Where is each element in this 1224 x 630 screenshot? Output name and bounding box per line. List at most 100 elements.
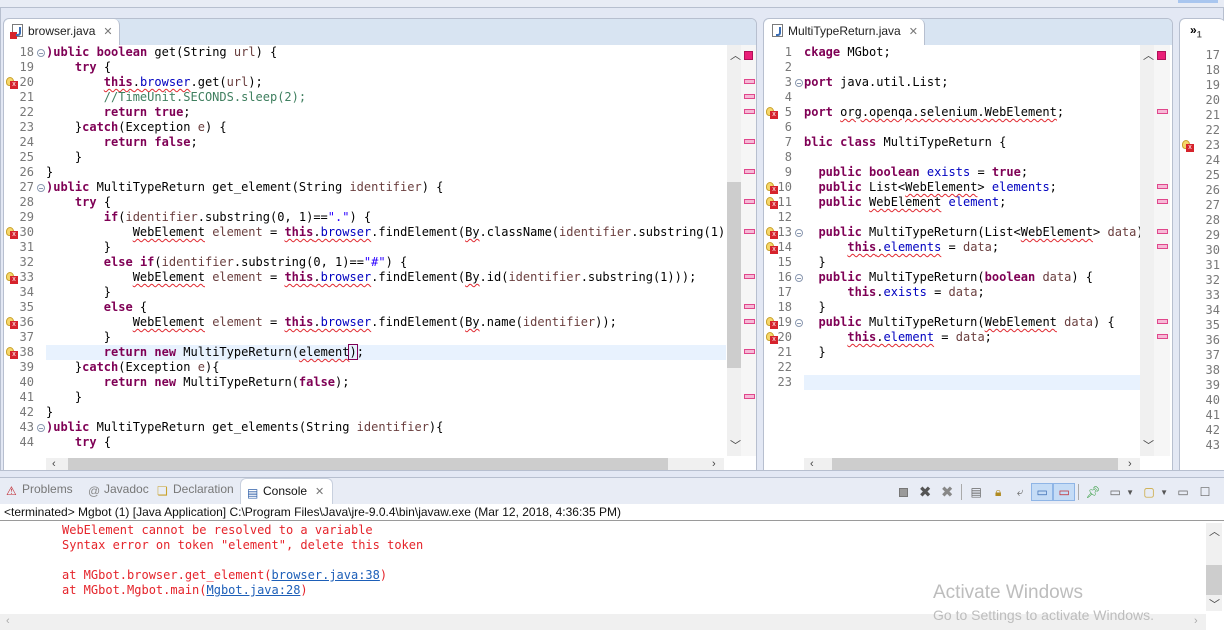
code-line[interactable]: WebElement element = this.browser.findEl… [46, 315, 726, 330]
error-quickfix-icon[interactable]: x [766, 242, 778, 254]
vertical-scrollbar[interactable]: ︿ ﹀ [1140, 45, 1154, 456]
console-vertical-scrollbar[interactable]: ︿ ﹀ [1206, 523, 1222, 611]
close-tab-icon[interactable]: ✕ [315, 486, 324, 498]
overview-error-marker[interactable] [744, 349, 755, 354]
display-console-button[interactable]: ▭ [1104, 483, 1126, 501]
error-quickfix-icon[interactable]: x [1182, 140, 1194, 152]
code-line[interactable]: WebElement element = this.browser.findEl… [46, 270, 726, 285]
maximize-view-button[interactable]: ☐ [1194, 483, 1216, 501]
overview-error-marker[interactable] [1157, 334, 1168, 339]
code-line[interactable] [804, 360, 1140, 375]
show-on-stdout-button[interactable]: ▭ [1031, 483, 1054, 501]
scrollbar-thumb[interactable] [832, 458, 1118, 470]
scrollbar-thumb[interactable] [1206, 565, 1222, 595]
code-line[interactable]: } [46, 405, 726, 420]
console-output[interactable]: WebElement cannot be resolved to a varia… [0, 523, 423, 598]
code-line[interactable]: } [46, 390, 726, 405]
overview-error-marker[interactable] [1157, 199, 1168, 204]
error-quickfix-icon[interactable]: x [6, 317, 18, 329]
overview-error-marker[interactable] [744, 274, 755, 279]
fold-toggle-icon[interactable] [795, 319, 803, 327]
show-on-stderr-button[interactable]: ▭ [1053, 483, 1076, 501]
minimize-view-button[interactable]: ▭ [1172, 483, 1194, 501]
tab-browser-java[interactable]: browser.java ✕ [4, 19, 120, 45]
code-line[interactable]: return new MultiTypeReturn(element); [46, 344, 726, 360]
code-line[interactable] [804, 150, 1140, 165]
code-line[interactable]: ckage MGbot; [804, 45, 1140, 60]
tab-console[interactable]: ▤ Console ✕ [240, 478, 334, 504]
scroll-left-icon[interactable]: ‹ [52, 458, 56, 470]
code-line[interactable]: public MultiTypeReturn(List<WebElement> … [804, 225, 1140, 240]
code-line[interactable]: this.exists = data; [804, 285, 1140, 300]
code-line[interactable]: } [804, 345, 1140, 360]
error-quickfix-icon[interactable]: x [766, 332, 778, 344]
code-line[interactable]: this.elements = data; [804, 240, 1140, 255]
scroll-right-icon[interactable]: › [712, 458, 716, 470]
terminate-button[interactable] [892, 483, 914, 501]
error-quickfix-icon[interactable]: x [6, 227, 18, 239]
error-quickfix-icon[interactable]: x [766, 107, 778, 119]
overview-error-marker[interactable] [744, 79, 755, 84]
fold-toggle-icon[interactable] [37, 424, 45, 432]
code-line[interactable] [804, 60, 1140, 75]
word-wrap-button[interactable]: ⤶ [1009, 483, 1031, 501]
fold-toggle-icon[interactable] [37, 184, 45, 192]
close-tab-icon[interactable]: ✕ [909, 26, 918, 38]
overview-error-marker[interactable] [744, 229, 755, 234]
scroll-down-icon[interactable]: ﹀ [1143, 437, 1154, 453]
scroll-lock-button[interactable]: 🔒︎ [987, 483, 1009, 501]
clear-console-button[interactable]: ▤ [965, 483, 987, 501]
scroll-up-icon[interactable]: ︿ [730, 47, 741, 63]
vertical-scrollbar[interactable]: ︿ ﹀ [727, 45, 741, 456]
overview-error-marker[interactable] [744, 169, 755, 174]
code-line[interactable]: else { [46, 300, 726, 315]
code-line[interactable] [804, 210, 1140, 225]
code-line[interactable]: } [46, 240, 726, 255]
fold-toggle-icon[interactable] [795, 229, 803, 237]
code-line[interactable]: blic class MultiTypeReturn { [804, 135, 1140, 150]
overview-error-marker[interactable] [1157, 244, 1168, 249]
code-line[interactable] [804, 90, 1140, 105]
close-tab-icon[interactable]: ✕ [103, 26, 112, 38]
code-line[interactable]: public List<WebElement> elements; [804, 180, 1140, 195]
code-line[interactable]: port org.openqa.selenium.WebElement; [804, 105, 1140, 120]
display-console-dropdown[interactable]: ▼ [1126, 488, 1134, 497]
tab-problems[interactable]: ⚠ Problems [6, 482, 73, 498]
scrollbar-thumb[interactable] [727, 182, 741, 368]
error-summary-icon[interactable] [744, 51, 753, 60]
overview-error-marker[interactable] [744, 139, 755, 144]
code-line[interactable]: }catch(Exception e){ [46, 360, 726, 375]
scroll-left-icon[interactable]: ‹ [810, 458, 814, 470]
code-line[interactable]: public boolean exists = true; [804, 165, 1140, 180]
open-console-button[interactable]: ▢ [1138, 483, 1160, 501]
overview-error-marker[interactable] [1157, 319, 1168, 324]
overview-ruler[interactable] [1154, 45, 1170, 456]
overview-error-marker[interactable] [1157, 184, 1168, 189]
code-line[interactable]: public MultiTypeReturn(boolean data) { [804, 270, 1140, 285]
code-line[interactable] [804, 120, 1140, 135]
pin-console-button[interactable]: 📌︎ [1082, 483, 1104, 501]
error-quickfix-icon[interactable]: x [6, 77, 18, 89]
error-summary-icon[interactable] [1157, 51, 1166, 60]
scroll-right-icon[interactable]: › [1128, 458, 1132, 470]
code-line[interactable]: }catch(Exception e) { [46, 120, 726, 135]
fold-toggle-icon[interactable] [795, 274, 803, 282]
error-quickfix-icon[interactable]: x [6, 272, 18, 284]
overview-error-marker[interactable] [744, 304, 755, 309]
tab-javadoc[interactable]: @ Javadoc [88, 482, 149, 498]
code-line[interactable]: try { [46, 60, 726, 75]
code-text[interactable]: )ublic boolean get(String url) { try { t… [46, 45, 726, 450]
code-line[interactable]: port java.util.List; [804, 75, 1140, 90]
overview-error-marker[interactable] [744, 94, 755, 99]
stacktrace-link[interactable]: browser.java:38 [272, 568, 380, 582]
overview-error-marker[interactable] [1157, 229, 1168, 234]
code-line[interactable]: else if(identifier.substring(0, 1)=="#")… [46, 255, 726, 270]
scroll-up-icon[interactable]: ︿ [1209, 523, 1220, 539]
scroll-right-icon[interactable]: › [1194, 615, 1198, 627]
overview-ruler[interactable] [741, 45, 756, 456]
tab-multitypereturn-java[interactable]: MultiTypeReturn.java ✕ [764, 19, 925, 45]
remove-launch-button[interactable]: ✖ [914, 483, 936, 501]
scroll-down-icon[interactable]: ﹀ [1209, 596, 1220, 612]
code-line[interactable]: public WebElement element; [804, 195, 1140, 210]
horizontal-scrollbar[interactable]: ‹ › [46, 458, 724, 470]
